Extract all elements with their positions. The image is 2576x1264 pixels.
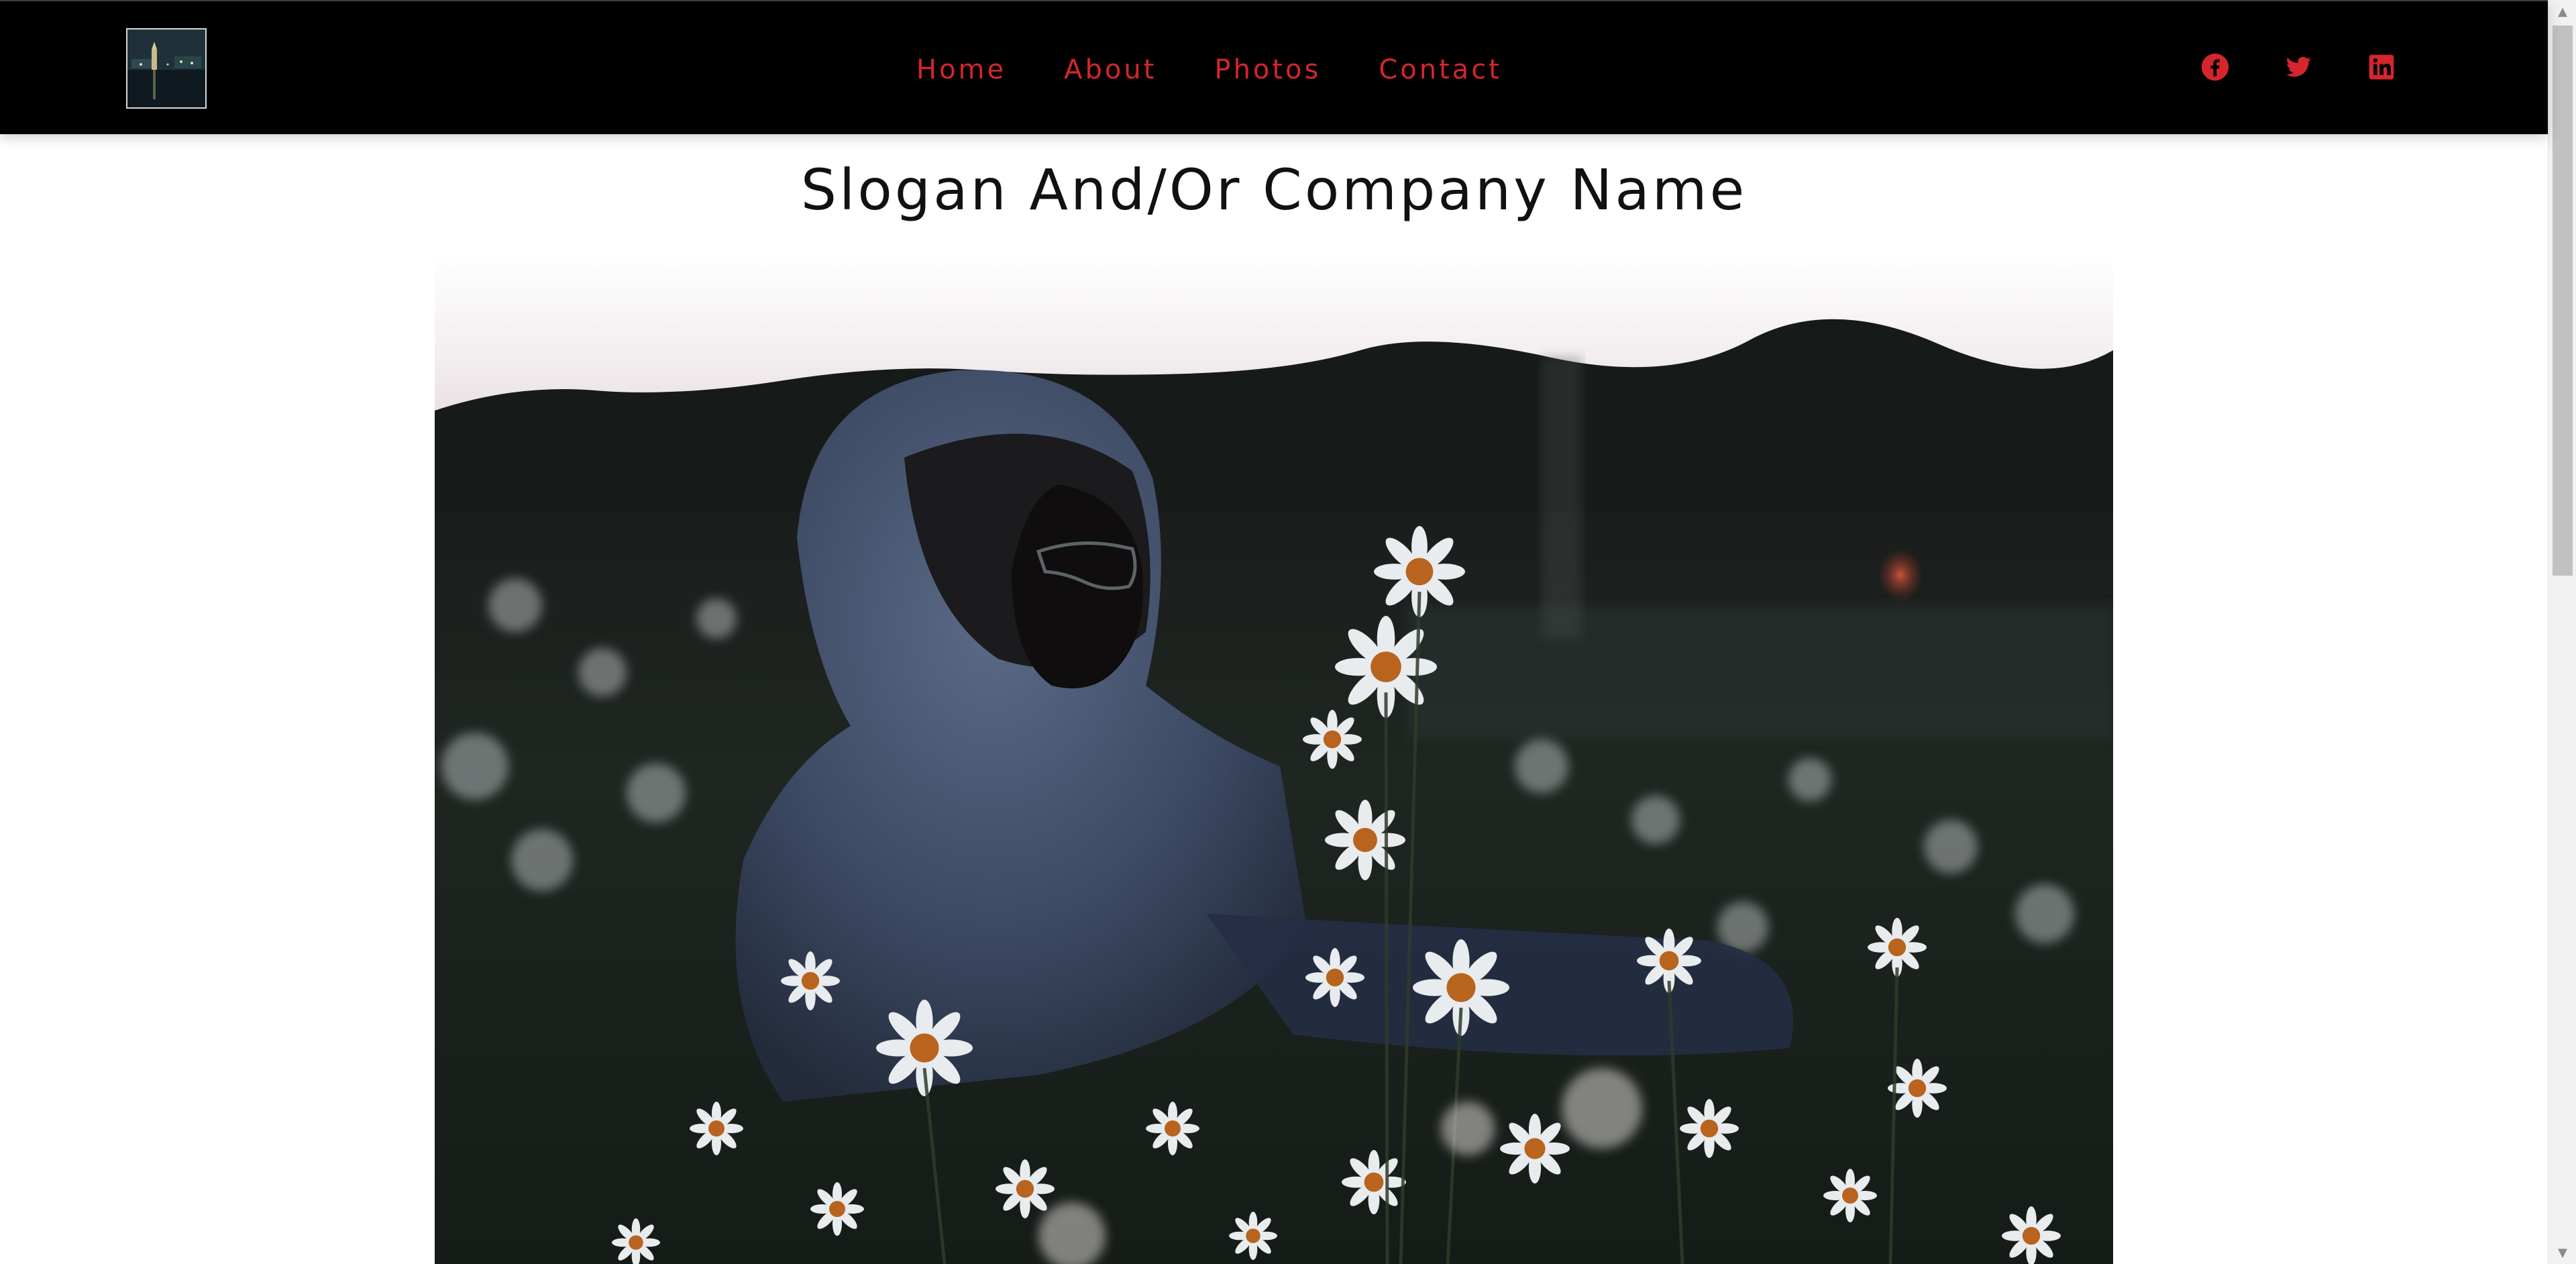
facebook-icon[interactable]	[2200, 52, 2230, 82]
nav-about[interactable]: About	[1064, 51, 1157, 89]
page-title: Slogan And/Or Company Name	[800, 157, 1748, 223]
linkedin-icon[interactable]	[2367, 52, 2396, 82]
twitter-icon[interactable]	[2284, 52, 2313, 82]
nav-contact[interactable]: Contact	[1379, 51, 1502, 89]
scrollbar-thumb[interactable]	[2553, 25, 2573, 576]
page: Home About Photos Contact Slogan And/Or …	[0, 0, 2576, 1264]
social-links	[2200, 52, 2396, 82]
page-scrollbar[interactable]: ▲ ▼	[2548, 0, 2576, 1264]
site-logo[interactable]	[126, 28, 207, 109]
nav-home[interactable]: Home	[916, 51, 1006, 89]
logo-image	[127, 30, 205, 107]
navbar: Home About Photos Contact	[0, 0, 2548, 134]
main-nav: Home About Photos Contact	[916, 51, 1502, 89]
scroll-up-icon[interactable]: ▲	[2548, 0, 2576, 23]
hero-image	[435, 256, 2113, 1264]
scroll-down-icon[interactable]: ▼	[2548, 1241, 2576, 1264]
nav-photos[interactable]: Photos	[1214, 51, 1321, 89]
